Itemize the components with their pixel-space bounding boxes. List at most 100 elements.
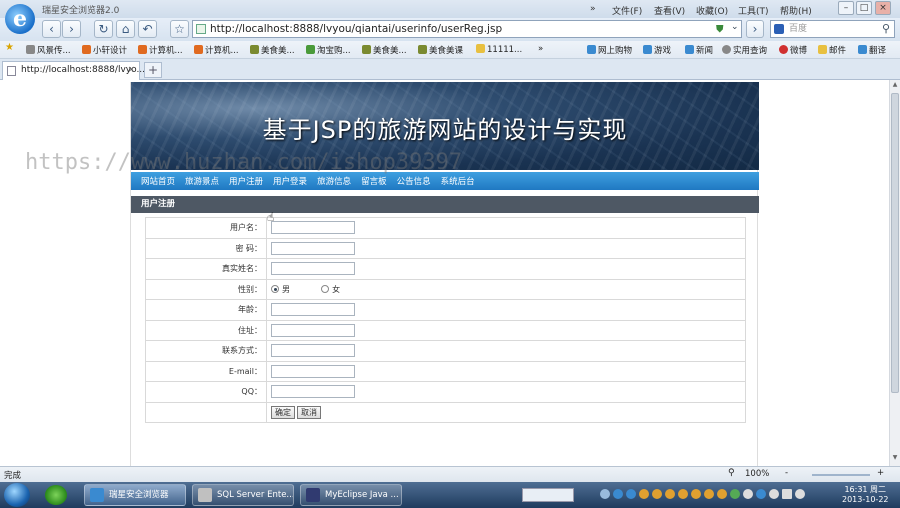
scroll-down-icon[interactable]: ▼ (891, 454, 899, 464)
nav-home[interactable]: 网站首页 (141, 175, 175, 187)
fav-item[interactable]: 新闻 (685, 44, 713, 56)
task-sql-server[interactable]: SQL Server Ente... (192, 484, 294, 506)
tray-icon[interactable] (600, 489, 610, 499)
username-input[interactable] (271, 221, 355, 235)
nav-login[interactable]: 用户登录 (273, 175, 307, 187)
cancel-button[interactable]: 取消 (297, 405, 321, 419)
fav-item[interactable]: 游戏 (643, 44, 671, 56)
new-tab-button[interactable]: + (144, 62, 162, 78)
gender-female-radio[interactable] (321, 285, 330, 294)
nav-attractions[interactable]: 旅游景点 (185, 175, 219, 187)
maximize-button[interactable]: □ (856, 1, 872, 15)
taskbar-pinned-icon[interactable] (45, 485, 67, 505)
close-button[interactable]: × (875, 1, 891, 15)
search-input[interactable]: 百度 ⚲ (770, 20, 895, 38)
favorites-star-icon[interactable]: ★ (5, 42, 14, 53)
fav-item[interactable]: 翻译 (858, 44, 886, 56)
tray-icon[interactable] (717, 489, 727, 499)
nav-register[interactable]: 用户注册 (229, 175, 263, 187)
vertical-scrollbar[interactable]: ▲ ▼ (889, 80, 900, 466)
age-input[interactable] (271, 303, 355, 317)
volume-icon[interactable] (795, 489, 805, 499)
scroll-thumb[interactable] (891, 93, 899, 393)
clock[interactable]: 16:31 周二 2013-10-22 (842, 485, 889, 505)
fav-item[interactable]: 美食美课 (418, 44, 463, 56)
fav-item[interactable]: 淘宝购... (306, 44, 351, 56)
fav-item[interactable]: 小轩设计 (82, 44, 127, 56)
go-button[interactable]: › (746, 20, 764, 38)
tray-icon[interactable] (626, 489, 636, 499)
search-icon[interactable]: ⚲ (882, 21, 890, 37)
fav-more[interactable]: » (538, 44, 543, 54)
form-row: 确定 取消 (145, 401, 746, 423)
fav-item[interactable]: 美食美... (250, 44, 295, 56)
email-input[interactable] (271, 364, 355, 378)
password-input[interactable] (271, 241, 355, 255)
task-myeclipse[interactable]: MyEclipse Java ... (300, 484, 402, 506)
fav-item[interactable]: 美食美... (362, 44, 407, 56)
tray-icon[interactable] (691, 489, 701, 499)
gender-male-radio[interactable] (271, 285, 279, 294)
tray-icon[interactable] (743, 489, 753, 499)
tray-icon[interactable] (704, 489, 714, 499)
form-row: 性别： 男 女 (145, 278, 746, 300)
fav-folder[interactable]: 11111... (476, 44, 522, 55)
tray-icon[interactable] (613, 489, 623, 499)
network-icon[interactable] (782, 489, 792, 499)
dropdown-icon[interactable]: ⌄ (731, 22, 739, 32)
tray-icon[interactable] (652, 489, 662, 499)
task-browser[interactable]: 瑞星安全浏览器 (84, 484, 186, 506)
start-button-icon[interactable] (4, 483, 30, 507)
zoom-in-icon[interactable]: + (877, 468, 884, 478)
forward-button[interactable]: › (62, 20, 81, 38)
fav-item[interactable]: 计算机... (138, 44, 183, 56)
fav-item[interactable]: 微博 (779, 44, 807, 56)
menu-file[interactable]: 文件(F) (612, 4, 654, 17)
menu-view[interactable]: 查看(V) (654, 4, 696, 17)
menu-tools[interactable]: 工具(T) (738, 4, 780, 17)
ime-bar[interactable] (522, 488, 574, 502)
tray-icon[interactable] (730, 489, 740, 499)
nav-admin[interactable]: 系统后台 (441, 175, 475, 187)
minimize-button[interactable]: – (838, 1, 854, 15)
tray-icon[interactable] (665, 489, 675, 499)
nav-travel-info[interactable]: 旅游信息 (317, 175, 351, 187)
fav-item[interactable]: 实用查询 (722, 44, 767, 56)
contact-input[interactable] (271, 344, 355, 358)
back-button[interactable]: ‹ (42, 20, 61, 38)
nav-guestbook[interactable]: 留言板 (361, 175, 387, 187)
home-button[interactable]: ⌂ (116, 20, 135, 38)
address-bar[interactable]: http://localhost:8888/lvyou/qiantai/user… (192, 20, 742, 38)
menu-more[interactable]: » (590, 4, 612, 17)
menu-help[interactable]: 帮助(H) (780, 4, 820, 17)
form-row: 密 码： (145, 237, 746, 259)
realname-input[interactable] (271, 262, 355, 276)
fav-item[interactable]: 邮件 (818, 44, 846, 56)
favorite-star-button[interactable]: ☆ (170, 20, 189, 38)
zoom-level[interactable]: 100% (745, 469, 769, 479)
refresh-button[interactable]: ↻ (94, 20, 113, 38)
system-tray (600, 489, 805, 499)
scroll-up-icon[interactable]: ▲ (891, 81, 899, 91)
tray-icon[interactable] (769, 489, 779, 499)
address-label: 住址： (145, 319, 267, 341)
qq-input[interactable] (271, 385, 355, 399)
nav-announcements[interactable]: 公告信息 (397, 175, 431, 187)
tray-icon[interactable] (678, 489, 688, 499)
fav-item[interactable]: 网上购物 (587, 44, 632, 56)
zoom-out-icon[interactable]: - (785, 468, 788, 478)
tray-icon[interactable] (639, 489, 649, 499)
address-input[interactable] (271, 323, 355, 337)
submit-button[interactable]: 确定 (271, 405, 295, 419)
zoom-slider[interactable] (812, 474, 870, 476)
menu-favorites[interactable]: 收藏(O) (696, 4, 738, 17)
fav-item[interactable]: 计算机... (194, 44, 239, 56)
tab-active[interactable]: http://localhost:8888/lvyo... × (2, 61, 145, 80)
address-text: http://localhost:8888/lvyou/qiantai/user… (210, 23, 503, 35)
fav-item[interactable]: 风景传... (26, 44, 71, 56)
title-bar: e 瑞星安全浏览器2.0 » 文件(F) 查看(V) 收藏(O) 工具(T) 帮… (0, 0, 900, 34)
tray-icon[interactable] (756, 489, 766, 499)
registration-form: 用户名： 密 码： 真实姓名： 性别： 男 女 年龄： 住址： 联系方式： E-… (145, 217, 746, 423)
undo-button[interactable]: ↶ (138, 20, 157, 38)
tab-close-icon[interactable]: × (127, 62, 135, 79)
